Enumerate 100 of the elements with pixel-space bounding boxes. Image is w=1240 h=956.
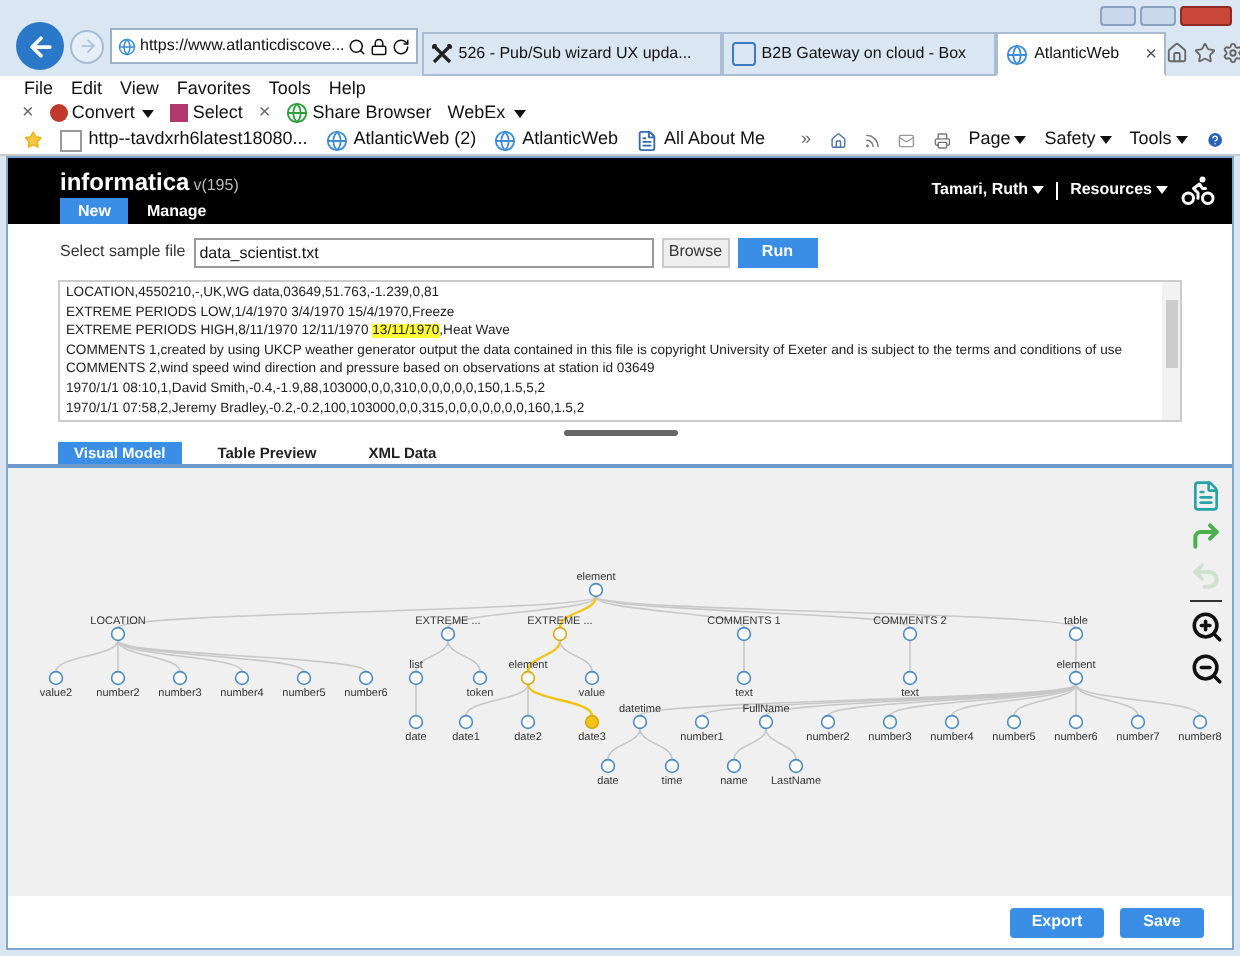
home-icon[interactable] (1166, 42, 1189, 64)
tree-node[interactable] (1192, 714, 1208, 730)
tree-node[interactable] (110, 626, 126, 642)
tree-node[interactable] (694, 714, 710, 730)
document-icon[interactable] (1190, 480, 1222, 512)
tree-node[interactable] (664, 758, 680, 774)
tree-node[interactable] (788, 758, 804, 774)
menu-item[interactable]: Edit (71, 79, 103, 97)
tree-node[interactable] (552, 626, 568, 642)
document-icon (635, 129, 658, 151)
zoom-out-icon[interactable] (1189, 652, 1223, 686)
zoom-in-icon[interactable] (1189, 610, 1223, 644)
tree-node[interactable] (588, 582, 604, 598)
caret-icon (1014, 136, 1027, 144)
toolbar-button[interactable]: WebEx (447, 104, 526, 122)
file-input-field[interactable]: data_scientist.txt (193, 237, 654, 267)
connector-line (765, 727, 797, 761)
tree-node[interactable] (234, 670, 250, 686)
favorite-link[interactable]: http--tavdxrh6latest18080... (60, 126, 308, 154)
browser-tab[interactable]: 526 - Pub/Sub wizard UX upda... (422, 32, 722, 76)
toolbar-button[interactable]: Select (170, 104, 243, 122)
splitter-handle[interactable] (563, 429, 677, 435)
scrollbar[interactable] (1162, 282, 1180, 420)
settings-icon[interactable] (1222, 42, 1240, 64)
tree-node[interactable] (944, 714, 960, 730)
browser-tab[interactable]: AtlanticWeb × (996, 32, 1167, 76)
favorite-link[interactable]: AtlanticWeb (494, 126, 618, 154)
resources-menu[interactable]: Resources (1070, 178, 1168, 202)
nav-tab[interactable]: Manage (128, 198, 225, 224)
refresh-icon[interactable] (392, 37, 411, 55)
connector-line (639, 727, 673, 761)
mail-icon[interactable] (898, 129, 916, 151)
menu-item[interactable]: Favorites (176, 79, 251, 97)
favorite-link[interactable]: All About Me (635, 126, 766, 154)
favorites-star-icon[interactable] (24, 128, 43, 152)
tree-node[interactable] (902, 670, 918, 686)
close-button[interactable] (1180, 6, 1232, 26)
toolbar-button[interactable]: Share Browser (286, 102, 432, 124)
tree-node[interactable] (1068, 714, 1084, 730)
overflow-chevron[interactable]: » (801, 126, 812, 154)
tree-node[interactable] (1006, 714, 1022, 730)
select-icon (170, 104, 189, 122)
field-label: Select sample file (60, 240, 186, 264)
close-toolbar-button[interactable]: × (22, 103, 34, 123)
tree-node[interactable] (458, 714, 474, 730)
globe-icon (325, 129, 348, 151)
tree-node[interactable] (882, 714, 898, 730)
command-menu[interactable]: Page (968, 126, 1027, 154)
tree-node[interactable] (520, 670, 536, 686)
address-bar[interactable]: https://www.atlanticdiscove... (110, 28, 419, 64)
search-icon[interactable] (348, 37, 367, 55)
tree-node[interactable] (472, 670, 488, 686)
tree-node[interactable] (520, 714, 536, 730)
tree-node[interactable] (726, 758, 742, 774)
tree-node[interactable] (48, 670, 64, 686)
tree-node[interactable] (408, 670, 424, 686)
help-icon[interactable] (1205, 128, 1224, 152)
menu-item[interactable]: Help (328, 79, 366, 97)
favorite-link[interactable]: AtlanticWeb (2) (325, 126, 477, 154)
menu-item[interactable]: Tools (268, 79, 311, 97)
toolbar-button[interactable]: Convert (49, 104, 155, 122)
connector-line (909, 639, 911, 673)
tree-node[interactable] (736, 670, 752, 686)
star-icon[interactable] (1194, 42, 1217, 64)
tree-node[interactable] (358, 670, 374, 686)
tree-node[interactable] (1068, 670, 1084, 686)
command-menu[interactable]: Safety (1044, 126, 1112, 154)
browser-tab[interactable]: B2B Gateway on cloud - Box (721, 32, 997, 76)
tab-close-button[interactable]: × (1145, 39, 1157, 69)
tree-node[interactable] (1068, 626, 1084, 642)
tree-node[interactable] (584, 670, 600, 686)
tree-node[interactable] (632, 714, 648, 730)
tree-node[interactable] (902, 626, 918, 642)
redo-icon[interactable] (1190, 520, 1222, 552)
tree-node[interactable] (736, 626, 752, 642)
browse-button[interactable]: Browse (661, 237, 730, 267)
tree-node[interactable] (820, 714, 836, 730)
tree-node[interactable] (1130, 714, 1146, 730)
menu-item[interactable]: File (24, 79, 54, 97)
tree-node[interactable] (440, 626, 456, 642)
address-text: https://www.atlanticdiscove... (140, 34, 345, 58)
globe-icon (1006, 43, 1029, 65)
home-icon[interactable] (829, 129, 846, 151)
feed-icon[interactable] (863, 129, 881, 151)
tree-node[interactable] (600, 758, 616, 774)
back-button[interactable] (16, 22, 64, 70)
command-menu[interactable]: Tools (1129, 126, 1188, 154)
close-toolbar-button[interactable]: × (258, 103, 271, 123)
menu-item[interactable]: View (120, 79, 159, 97)
tree-node[interactable] (758, 714, 774, 730)
tree-node[interactable] (408, 714, 424, 730)
connector-line (1075, 639, 1077, 673)
tree-node[interactable] (110, 670, 126, 686)
tree-node[interactable] (584, 714, 600, 730)
print-icon[interactable] (933, 129, 951, 151)
tree-node[interactable] (296, 670, 312, 686)
user-menu[interactable]: Tamari, Ruth (931, 178, 1045, 202)
connector-line (733, 727, 767, 761)
caret-icon (1156, 186, 1168, 194)
tree-node[interactable] (172, 670, 188, 686)
